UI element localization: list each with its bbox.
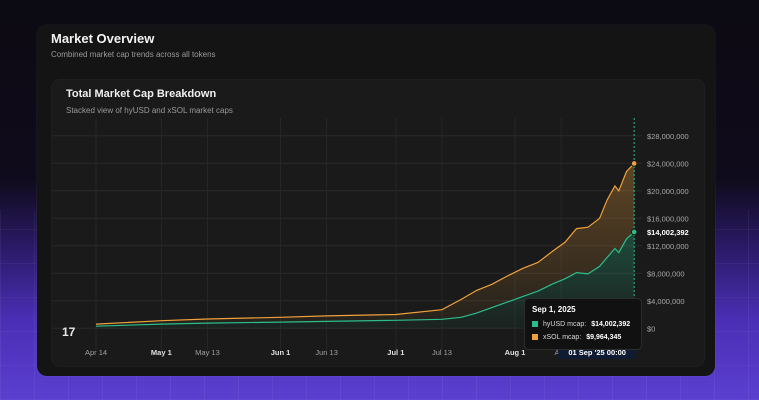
y-tick-label: $28,000,000 (647, 132, 689, 141)
x-tick-label: May 13 (195, 348, 220, 357)
tooltip-value: $14,002,392 (591, 321, 631, 328)
x-tick-label: Jul 1 (387, 348, 404, 357)
x-tick-label: Apr 14 (85, 348, 107, 357)
market-overview-card: Market Overview Combined market cap tren… (37, 25, 715, 376)
y-tick-label: $24,000,000 (647, 159, 689, 168)
tooltip-row-hyusd: hyUSD mcap: $14,002,392 (532, 321, 630, 328)
tooltip-label: hyUSD mcap: (543, 321, 587, 328)
xsol-swatch-icon (532, 334, 538, 340)
tooltip-label: xSOL mcap: (543, 334, 582, 341)
y-tick-label: $4,000,000 (647, 297, 685, 306)
chart-tooltip: Sep 1, 2025 hyUSD mcap: $14,002,392 xSOL … (524, 298, 642, 350)
card-subtitle: Combined market cap trends across all to… (51, 50, 216, 59)
y-tick-label: $16,000,000 (647, 214, 689, 223)
y-tick-label: $20,000,000 (647, 187, 689, 196)
chart-panel[interactable]: Total Market Cap Breakdown Stacked view … (52, 80, 704, 366)
y-tick-label: $12,000,000 (647, 242, 689, 251)
xsol-end-point (630, 160, 638, 167)
x-tick-label: Jun 13 (315, 348, 338, 357)
hyusd-end-point (630, 228, 638, 236)
tooltip-date: Sep 1, 2025 (532, 305, 576, 314)
x-tick-label: Jul 13 (432, 348, 452, 357)
x-tick-label: Jun 1 (271, 348, 291, 357)
x-tick-label: May 1 (151, 348, 172, 357)
tradingview-logo-icon[interactable]: 17 (62, 325, 75, 339)
card-title: Market Overview (51, 31, 155, 46)
y-tick-label: $0 (647, 324, 655, 333)
x-tick-label: Aug 1 (505, 348, 526, 357)
hyusd-swatch-icon (532, 321, 538, 327)
y-tick-label: $8,000,000 (647, 269, 685, 278)
crosshair-y-label: $14,002,392 (647, 228, 689, 237)
tooltip-row-xsol: xSOL mcap: $9,964,345 (532, 334, 621, 341)
tooltip-value: $9,964,345 (586, 334, 622, 341)
